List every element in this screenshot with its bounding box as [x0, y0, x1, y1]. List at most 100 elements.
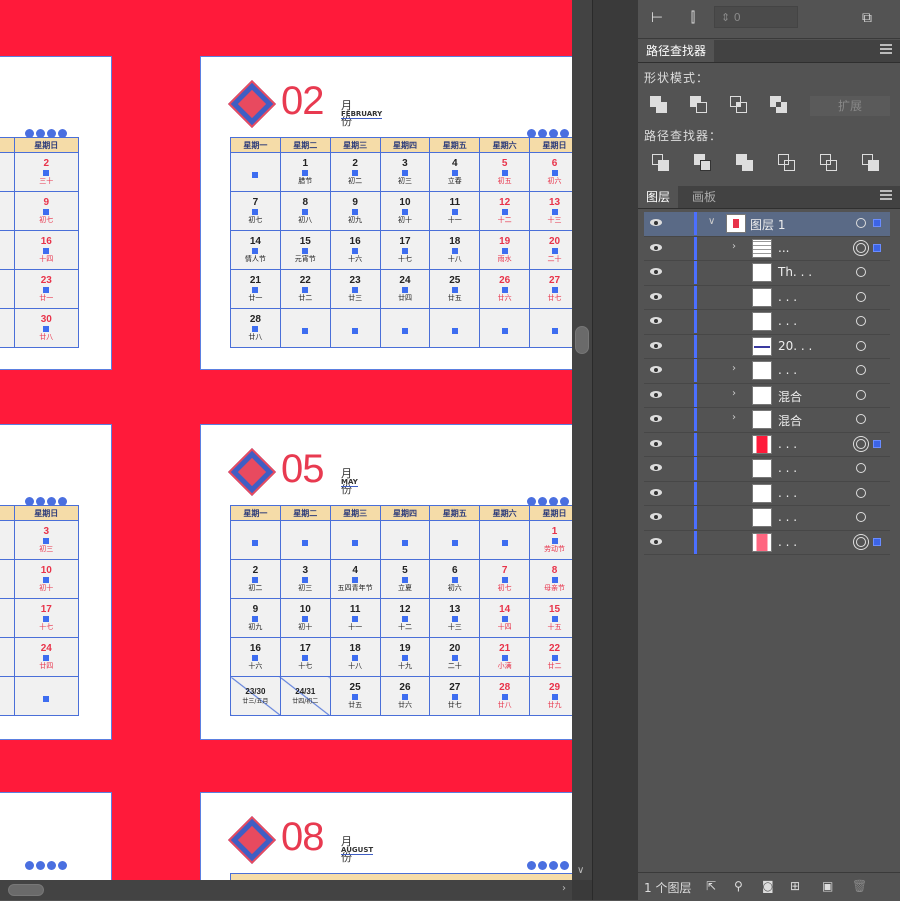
- transform-dropdown-icon[interactable]: ⧉: [856, 8, 878, 28]
- new-layer-icon[interactable]: ▣: [822, 879, 833, 893]
- day-number: 10: [399, 197, 411, 208]
- layer-row[interactable]: ∨ 图层 1: [644, 212, 890, 237]
- scroll-right-icon[interactable]: ›: [562, 883, 566, 894]
- minus-front-button[interactable]: [690, 96, 710, 116]
- target-circle-icon[interactable]: [856, 414, 866, 424]
- layer-row[interactable]: › . . .: [644, 359, 890, 384]
- page-partial-left-bottom[interactable]: [0, 792, 112, 880]
- layer-row[interactable]: . . .: [644, 530, 890, 555]
- visibility-eye-icon[interactable]: [650, 218, 664, 228]
- day-marker: [43, 616, 50, 622]
- exclude-button[interactable]: [770, 96, 790, 116]
- tab-pathfinder[interactable]: 路径查找器: [638, 40, 715, 62]
- page-partial-left-top[interactable]: 期六星期日1-2三十8-9初七15-16十四22-23廿一29-30廿八: [0, 56, 112, 370]
- visibility-eye-icon[interactable]: [650, 488, 664, 498]
- artboard-canvas[interactable]: 期六星期日1-2三十8-9初七15-16十四22-23廿一29-30廿八 期六星…: [0, 0, 572, 880]
- target-circle-icon[interactable]: [856, 365, 866, 375]
- distribute-icon[interactable]: ⫿: [682, 8, 704, 28]
- page-partial-left-mid[interactable]: 期六星期日2-3初三9-10初十16-17十七23-24廿四30-: [0, 424, 112, 740]
- layer-row[interactable]: . . .: [644, 506, 890, 531]
- target-circle-icon[interactable]: [856, 487, 866, 498]
- day-marker: [43, 538, 50, 544]
- calendar-page-august[interactable]: 08 月份 AUGUST: [200, 792, 572, 880]
- chevron-down-icon[interactable]: ∨: [708, 216, 715, 227]
- pathfinders-label: 路径查找器：: [644, 129, 723, 143]
- trim-button[interactable]: [694, 154, 714, 174]
- panel-menu-icon[interactable]: [880, 44, 892, 54]
- visibility-eye-icon[interactable]: [650, 292, 664, 302]
- target-circle-icon[interactable]: [856, 218, 866, 228]
- target-circle-icon[interactable]: [856, 340, 866, 351]
- visibility-eye-icon[interactable]: [650, 512, 664, 522]
- day-cell: [529, 308, 572, 348]
- layer-row[interactable]: Th. . .: [644, 261, 890, 286]
- tab-artboards[interactable]: 画板: [684, 186, 724, 208]
- layer-row[interactable]: 20. . .: [644, 334, 890, 359]
- delete-layer-icon[interactable]: 🗑: [852, 879, 867, 893]
- calendar-page-february[interactable]: 02 月份 FEBRUARY 星期一 星期二 星期三 星期四 星期五 星期六 星期日 1 腊节 2…: [200, 56, 572, 370]
- target-circle-icon[interactable]: [856, 316, 866, 326]
- chevron-right-icon[interactable]: ›: [732, 388, 736, 399]
- day-marker: [401, 694, 408, 700]
- target-circle-icon[interactable]: [856, 536, 866, 547]
- visibility-eye-icon[interactable]: [650, 390, 664, 400]
- unite-button[interactable]: [650, 96, 670, 116]
- crop-button[interactable]: [778, 154, 798, 174]
- create-sublayer-icon[interactable]: ⊞: [790, 879, 800, 893]
- calendar-page-may[interactable]: 05 月份 MAY 星期一 星期二 星期三 星期四 星期五 星期六 星期日 1 劳动节 2 初二 3 初…: [200, 424, 572, 740]
- chevron-right-icon[interactable]: ›: [732, 241, 736, 252]
- visibility-eye-icon[interactable]: [650, 365, 664, 375]
- target-circle-icon[interactable]: [856, 389, 866, 400]
- horizontal-scrollbar[interactable]: ›: [0, 880, 572, 900]
- visibility-eye-icon[interactable]: [650, 463, 664, 473]
- visibility-eye-icon[interactable]: [650, 243, 664, 253]
- target-circle-icon[interactable]: [856, 242, 866, 253]
- target-circle-icon[interactable]: [856, 438, 866, 449]
- target-circle-icon[interactable]: [856, 291, 866, 302]
- scroll-down-icon[interactable]: ∨: [577, 865, 584, 876]
- lunar-date: 廿四: [39, 662, 54, 670]
- layer-row[interactable]: ›...: [644, 236, 890, 261]
- lunar-date: -: [0, 333, 14, 342]
- visibility-eye-icon[interactable]: [650, 439, 664, 449]
- chevron-right-icon[interactable]: ›: [732, 412, 736, 423]
- chevron-right-icon[interactable]: ›: [732, 363, 736, 374]
- export-icon[interactable]: ⇱: [706, 879, 716, 893]
- vertical-scrollbar[interactable]: ∨: [572, 0, 592, 880]
- panel-menu-icon[interactable]: [880, 190, 892, 200]
- outline-button[interactable]: [820, 154, 840, 174]
- intersect-button[interactable]: [730, 96, 750, 116]
- locate-object-icon[interactable]: ⚲: [734, 879, 743, 893]
- target-circle-icon[interactable]: [856, 512, 866, 522]
- visibility-eye-icon[interactable]: [650, 267, 664, 277]
- day-number: 13: [449, 604, 461, 615]
- stroke-weight-input[interactable]: ⇕ 0: [714, 6, 798, 28]
- target-circle-icon[interactable]: [856, 267, 866, 277]
- lunar-date: 廿七: [547, 294, 562, 302]
- scrollbar-thumb[interactable]: [575, 326, 589, 354]
- align-left-icon[interactable]: ⊢: [646, 8, 668, 28]
- month-number: 05: [281, 447, 324, 491]
- layer-count: 1 个图层: [644, 881, 692, 895]
- visibility-eye-icon[interactable]: [650, 537, 664, 547]
- visibility-eye-icon[interactable]: [650, 341, 664, 351]
- tab-layers[interactable]: 图层: [638, 186, 679, 208]
- layer-row[interactable]: › 混合: [644, 383, 890, 408]
- layer-row[interactable]: . . .: [644, 481, 890, 506]
- make-clipping-mask-icon[interactable]: ◙: [762, 879, 774, 893]
- layer-row[interactable]: › 混合: [644, 408, 890, 433]
- target-circle-icon[interactable]: [856, 463, 866, 473]
- expand-button[interactable]: 扩展: [810, 96, 890, 116]
- layer-row[interactable]: . . .: [644, 310, 890, 335]
- scrollbar-thumb[interactable]: [8, 884, 44, 896]
- visibility-eye-icon[interactable]: [650, 316, 664, 326]
- layer-row[interactable]: . . .: [644, 457, 890, 482]
- visibility-eye-icon[interactable]: [650, 414, 664, 424]
- stepper-icon[interactable]: ⇕: [721, 11, 734, 24]
- layer-row[interactable]: . . .: [644, 285, 890, 310]
- divide-button[interactable]: [652, 154, 672, 174]
- day-number: 24: [399, 275, 411, 286]
- layer-row[interactable]: . . .: [644, 432, 890, 457]
- merge-button[interactable]: [736, 154, 756, 174]
- minus-back-button[interactable]: [862, 154, 882, 174]
